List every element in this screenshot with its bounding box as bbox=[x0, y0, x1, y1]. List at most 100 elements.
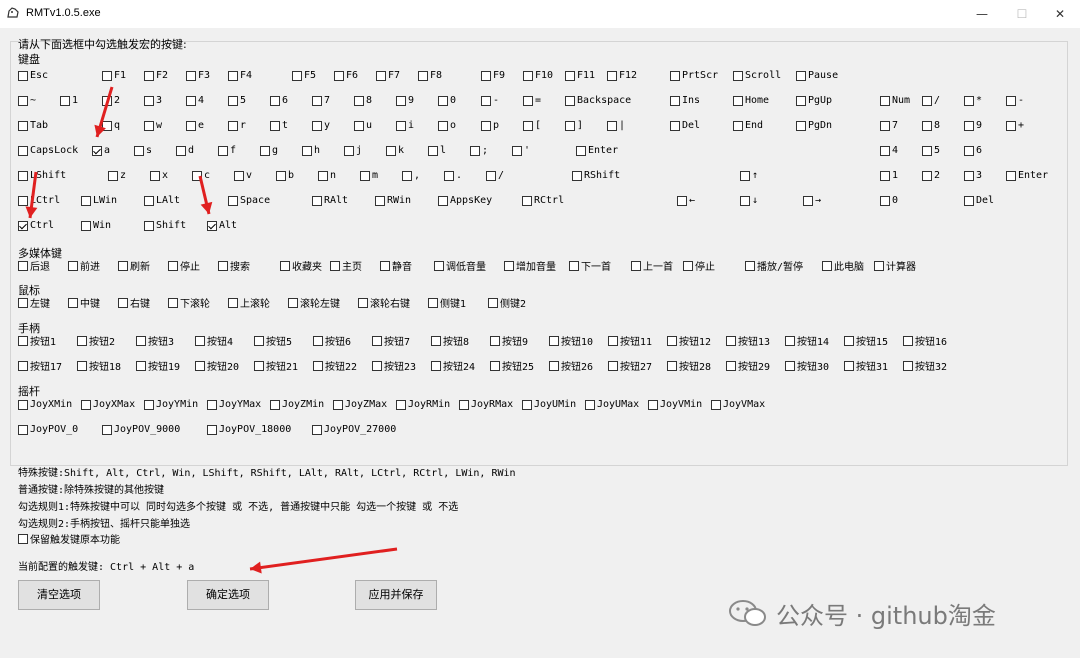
clear-options-button[interactable]: 清空选项 bbox=[18, 580, 100, 610]
checkbox-3-13[interactable]: 4 bbox=[880, 144, 898, 157]
checkbox-box[interactable] bbox=[733, 120, 743, 131]
checkbox-box[interactable] bbox=[144, 195, 154, 206]
checkbox-box[interactable] bbox=[459, 399, 469, 410]
checkbox-box[interactable] bbox=[418, 70, 428, 81]
checkbox-box[interactable] bbox=[740, 170, 750, 181]
checkbox-9-7[interactable]: 按钮8 bbox=[431, 334, 469, 348]
checkbox-box[interactable] bbox=[569, 260, 579, 271]
checkbox-box[interactable] bbox=[18, 399, 28, 410]
checkbox-2-14[interactable]: Del bbox=[670, 119, 700, 132]
checkbox-0-12[interactable]: F12 bbox=[607, 69, 637, 82]
checkbox-2-7[interactable]: u bbox=[354, 119, 372, 132]
checkbox-box[interactable] bbox=[481, 95, 491, 106]
checkbox-box[interactable] bbox=[102, 424, 112, 435]
checkbox-box[interactable] bbox=[490, 335, 500, 346]
checkbox-10-11[interactable]: 按钮28 bbox=[667, 359, 711, 373]
checkbox-box[interactable] bbox=[18, 120, 28, 131]
checkbox-10-13[interactable]: 按钮30 bbox=[785, 359, 829, 373]
checkbox-1-17[interactable]: Num bbox=[880, 94, 910, 107]
checkbox-5-4[interactable]: RAlt bbox=[312, 194, 348, 207]
checkbox-box[interactable] bbox=[402, 170, 412, 181]
checkbox-box[interactable] bbox=[670, 95, 680, 106]
checkbox-2-5[interactable]: t bbox=[270, 119, 288, 132]
checkbox-box[interactable] bbox=[270, 95, 280, 106]
checkbox-box[interactable] bbox=[302, 145, 312, 156]
checkbox-box[interactable] bbox=[102, 70, 112, 81]
checkbox-1-1[interactable]: 1 bbox=[60, 94, 78, 107]
checkbox-12-3[interactable]: JoyPOV_27000 bbox=[312, 423, 396, 436]
checkbox-5-3[interactable]: Space bbox=[228, 194, 270, 207]
checkbox-7-14[interactable]: 此电脑 bbox=[822, 259, 864, 273]
checkbox-3-1[interactable]: a bbox=[92, 144, 110, 157]
checkbox-box[interactable] bbox=[607, 120, 617, 131]
checkbox-7-7[interactable]: 静音 bbox=[380, 259, 412, 273]
checkbox-box[interactable] bbox=[667, 360, 677, 371]
checkbox-box[interactable] bbox=[822, 260, 832, 271]
checkbox-2-13[interactable]: | bbox=[607, 119, 625, 132]
checkbox-12-2[interactable]: JoyPOV_18000 bbox=[207, 423, 291, 436]
checkbox-box[interactable] bbox=[1006, 95, 1016, 106]
checkbox-box[interactable] bbox=[922, 170, 932, 181]
checkbox-box[interactable] bbox=[195, 335, 205, 346]
checkbox-box[interactable] bbox=[512, 145, 522, 156]
checkbox-2-6[interactable]: y bbox=[312, 119, 330, 132]
checkbox-5-10[interactable]: → bbox=[803, 194, 821, 207]
checkbox-3-12[interactable]: Enter bbox=[576, 144, 618, 157]
checkbox-1-7[interactable]: 7 bbox=[312, 94, 330, 107]
checkbox-box[interactable] bbox=[344, 145, 354, 156]
checkbox-9-5[interactable]: 按钮6 bbox=[313, 334, 351, 348]
checkbox-box[interactable] bbox=[333, 399, 343, 410]
checkbox-box[interactable] bbox=[565, 120, 575, 131]
checkbox-3-0[interactable]: CapsLock bbox=[18, 144, 78, 157]
checkbox-4-13[interactable]: 1 bbox=[880, 169, 898, 182]
checkbox-10-9[interactable]: 按钮26 bbox=[549, 359, 593, 373]
checkbox-box[interactable] bbox=[18, 95, 28, 106]
checkbox-0-0[interactable]: Esc bbox=[18, 69, 48, 82]
checkbox-2-18[interactable]: 8 bbox=[922, 119, 940, 132]
checkbox-7-9[interactable]: 增加音量 bbox=[504, 259, 556, 273]
checkbox-5-0[interactable]: LCtrl bbox=[18, 194, 60, 207]
checkbox-box[interactable] bbox=[549, 360, 559, 371]
checkbox-7-12[interactable]: 停止 bbox=[683, 259, 715, 273]
checkbox-8-7[interactable]: 侧键1 bbox=[428, 296, 466, 310]
checkbox-4-14[interactable]: 2 bbox=[922, 169, 940, 182]
checkbox-4-4[interactable]: v bbox=[234, 169, 252, 182]
checkbox-1-13[interactable]: Backspace bbox=[565, 94, 631, 107]
checkbox-box[interactable] bbox=[796, 95, 806, 106]
checkbox-box[interactable] bbox=[631, 260, 641, 271]
checkbox-2-17[interactable]: 7 bbox=[880, 119, 898, 132]
checkbox-0-4[interactable]: F4 bbox=[228, 69, 252, 82]
checkbox-box[interactable] bbox=[68, 260, 78, 271]
checkbox-box[interactable] bbox=[228, 70, 238, 81]
checkbox-3-9[interactable]: l bbox=[428, 144, 446, 157]
checkbox-box[interactable] bbox=[844, 335, 854, 346]
checkbox-box[interactable] bbox=[312, 195, 322, 206]
checkbox-10-0[interactable]: 按钮17 bbox=[18, 359, 62, 373]
checkbox-12-0[interactable]: JoyPOV_0 bbox=[18, 423, 78, 436]
checkbox-box[interactable] bbox=[118, 260, 128, 271]
checkbox-box[interactable] bbox=[228, 297, 238, 308]
checkbox-box[interactable] bbox=[358, 297, 368, 308]
checkbox-1-0[interactable]: ~ bbox=[18, 94, 36, 107]
apply-save-button[interactable]: 应用并保存 bbox=[355, 580, 437, 610]
checkbox-7-4[interactable]: 搜索 bbox=[218, 259, 250, 273]
checkbox-box[interactable] bbox=[186, 120, 196, 131]
checkbox-1-8[interactable]: 8 bbox=[354, 94, 372, 107]
checkbox-9-8[interactable]: 按钮9 bbox=[490, 334, 528, 348]
checkbox-box[interactable] bbox=[844, 360, 854, 371]
checkbox-box[interactable] bbox=[81, 220, 91, 231]
checkbox-box[interactable] bbox=[218, 260, 228, 271]
checkbox-box[interactable] bbox=[150, 170, 160, 181]
checkbox-box[interactable] bbox=[18, 360, 28, 371]
checkbox-box[interactable] bbox=[360, 170, 370, 181]
checkbox-10-2[interactable]: 按钮19 bbox=[136, 359, 180, 373]
checkbox-10-6[interactable]: 按钮23 bbox=[372, 359, 416, 373]
checkbox-4-5[interactable]: b bbox=[276, 169, 294, 182]
checkbox-6-2[interactable]: Shift bbox=[144, 219, 186, 232]
checkbox-12-1[interactable]: JoyPOV_9000 bbox=[102, 423, 180, 436]
checkbox-box[interactable] bbox=[922, 95, 932, 106]
checkbox-box[interactable] bbox=[523, 70, 533, 81]
checkbox-4-2[interactable]: x bbox=[150, 169, 168, 182]
checkbox-box[interactable] bbox=[438, 95, 448, 106]
checkbox-box[interactable] bbox=[18, 533, 28, 544]
